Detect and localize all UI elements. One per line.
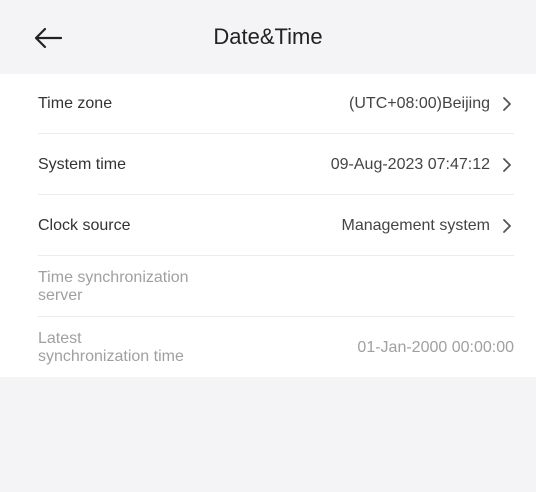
sync-server-label-line1: Time synchronization xyxy=(38,269,189,286)
system-time-row[interactable]: System time 09-Aug-2023 07:47:12 xyxy=(0,135,536,195)
time-zone-label: Time zone xyxy=(38,95,113,112)
arrow-left-icon xyxy=(34,27,63,49)
latest-sync-value: 01-Jan-2000 00:00:00 xyxy=(357,339,514,356)
system-time-label: System time xyxy=(38,156,127,173)
latest-sync-row: Latest synchronization time 01-Jan-2000 … xyxy=(0,318,536,378)
system-time-value: 09-Aug-2023 07:47:12 xyxy=(330,156,490,173)
chevron-right-icon xyxy=(500,155,514,175)
chevron-right-icon xyxy=(500,216,514,236)
latest-sync-label: Latest synchronization time xyxy=(38,318,238,378)
divider xyxy=(38,255,514,256)
time-zone-value: (UTC+08:00)Beijing xyxy=(349,95,490,112)
clock-source-label: Clock source xyxy=(38,217,131,234)
back-button[interactable] xyxy=(26,18,70,58)
top-bar: Date&Time xyxy=(0,0,536,74)
latest-sync-label-line1: Latest xyxy=(38,330,82,347)
settings-panel: Time zone (UTC+08:00)Beijing System time… xyxy=(0,74,536,377)
sync-server-label-line2: server xyxy=(38,287,83,304)
clock-source-value: Management system xyxy=(341,217,490,234)
latest-sync-label-line2: synchronization time xyxy=(38,348,184,365)
time-zone-row[interactable]: Time zone (UTC+08:00)Beijing xyxy=(0,74,536,134)
page-title: Date&Time xyxy=(213,24,323,49)
divider xyxy=(38,194,514,195)
sync-server-row: Time synchronization server xyxy=(0,257,536,317)
divider xyxy=(38,316,514,317)
chevron-right-icon xyxy=(500,94,514,114)
clock-source-row[interactable]: Clock source Management system xyxy=(0,196,536,256)
divider xyxy=(38,133,514,134)
sync-server-label: Time synchronization server xyxy=(38,257,238,317)
